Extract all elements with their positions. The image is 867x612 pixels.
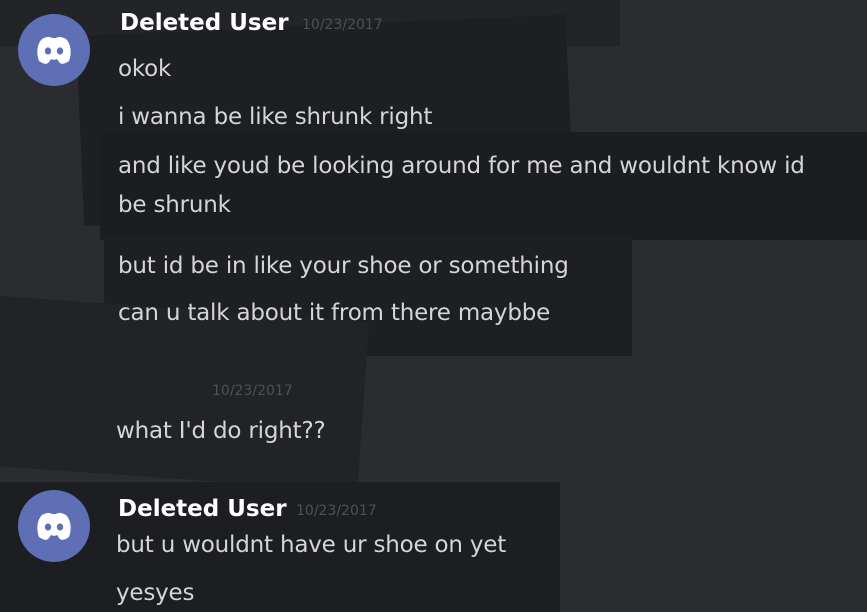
screenshot-patch (100, 132, 867, 240)
message-line: can u talk about it from there maybbe (118, 300, 551, 326)
avatar[interactable] (18, 490, 90, 562)
message-line: but id be in like your shoe or something (118, 253, 569, 279)
avatar[interactable] (18, 14, 90, 86)
message-line: be shrunk (118, 192, 231, 218)
message-line: yesyes (116, 580, 195, 606)
discord-logo-icon (37, 512, 71, 540)
username[interactable]: Deleted User (120, 10, 289, 36)
message-timestamp: 10/23/2017 (296, 503, 377, 519)
message-timestamp: 10/23/2017 (302, 17, 383, 33)
username[interactable]: Deleted User (118, 496, 287, 522)
discord-logo-icon (37, 36, 71, 64)
message-line: i wanna be like shrunk right (118, 104, 433, 130)
message-line: but u wouldnt have ur shoe on yet (116, 532, 507, 558)
message-timestamp: 10/23/2017 (212, 383, 293, 399)
message-line: okok (118, 56, 172, 82)
message-line: what I'd do right?? (116, 418, 326, 444)
message-line: and like youd be looking around for me a… (118, 153, 805, 179)
